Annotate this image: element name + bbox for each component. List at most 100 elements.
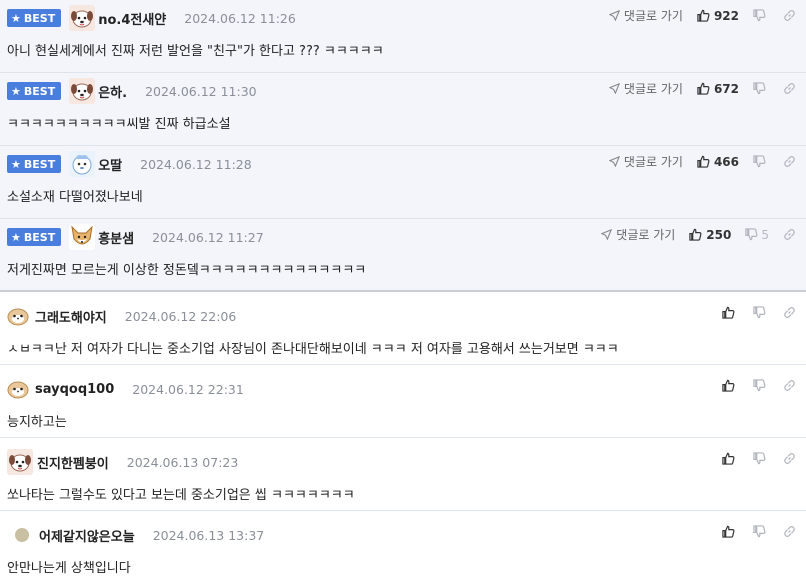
star-icon: ★ [11,84,21,98]
comment-date: 2024.06.12 11:28 [140,156,252,172]
thumbs-up-icon [722,306,735,319]
dislike-button[interactable]: 5 [745,228,769,242]
comment-date: 2024.06.12 11:27 [152,229,264,245]
comment-date: 2024.06.12 22:06 [124,308,237,324]
comment-actions [722,306,796,319]
best-badge: ★ BEST [7,155,62,173]
link-icon [784,229,795,240]
reply-link[interactable]: 댓글로 가기 [608,80,683,97]
dislike-button[interactable] [753,82,769,95]
like-button[interactable]: 922 [697,9,739,23]
thumbs-down-icon [753,155,766,168]
nickname[interactable]: 흥분샘 [98,228,134,247]
comment-date: 2024.06.13 13:37 [152,527,265,543]
dog-icon[interactable] [7,449,33,475]
dog-icon[interactable] [69,78,96,104]
dislike-button[interactable] [753,379,769,392]
nickname[interactable]: sayqoq100 [35,382,114,397]
comment-header: ★ BEST 은하. 2024.06.12 11:30 [7,73,257,109]
comment-date: 2024.06.13 07:23 [126,454,239,470]
comment-actions [722,452,796,465]
share-link-button[interactable] [783,9,796,22]
comment-actions: 댓글로 가기 250 5 [601,226,796,243]
dislike-button[interactable] [753,306,769,319]
nickname[interactable]: 어제같지않은오늘 [39,526,135,545]
dislike-button[interactable] [753,452,769,465]
share-link-button[interactable] [783,228,796,241]
fox-icon[interactable] [69,224,96,250]
comment-text: 저게진짜면 모르는게 이상한 정돈뎈ㅋㅋㅋㅋㅋㅋㅋㅋㅋㅋㅋㅋㅋㅋ [7,263,367,278]
hamster-icon[interactable] [7,305,29,327]
best-badge: ★ BEST [7,9,62,27]
thumbs-up-icon [722,452,735,465]
thumbs-up-icon [697,9,710,22]
like-button[interactable]: 466 [697,155,739,169]
dislike-button[interactable] [753,525,769,538]
comment-header: ★ BEST no.4전새얀 2024.06.12 11:26 [7,0,296,36]
reply-link[interactable]: 댓글로 가기 [608,153,683,170]
circle-icon[interactable] [11,524,33,546]
like-button[interactable] [722,306,739,319]
like-button[interactable] [722,525,739,538]
comment-text: 능지하고는 [7,415,67,430]
best-comment: ★ BEST 은하. 2024.06.12 11:30 댓글로 가기 672 ㅋㅋ… [0,73,806,146]
link-icon [784,453,795,464]
comment-text: 쏘나타는 그럴수도 있다고 보는데 중소기업은 씹 ㅋㅋㅋㅋㅋㅋㅋ [7,488,355,503]
nickname[interactable]: 은하. [98,82,127,101]
reply-link[interactable]: 댓글로 가기 [608,7,683,24]
share-link-button[interactable] [783,306,796,319]
thumbs-down-icon [753,452,766,465]
link-icon [784,526,795,537]
thumbs-up-icon [697,82,710,95]
link-icon [784,156,795,167]
comment-header: ★ BEST 오딸 2024.06.12 11:28 [7,146,252,182]
like-button[interactable]: 250 [689,228,731,242]
comment-header: 그래도해야지 2024.06.12 22:06 [7,298,236,334]
best-comment: ★ BEST 오딸 2024.06.12 11:28 댓글로 가기 466 소설소… [0,146,806,219]
star-icon: ★ [11,11,21,25]
share-link-button[interactable] [783,525,796,538]
share-link-button[interactable] [783,379,796,392]
dog-icon[interactable] [69,5,96,31]
send-icon [608,156,620,167]
best-badge: ★ BEST [7,228,62,246]
comment-header: 진지한펨붕이 2024.06.13 07:23 [7,444,238,480]
thumbs-up-icon [722,379,735,392]
thumbs-up-icon [722,525,735,538]
comment-date: 2024.06.12 11:30 [145,83,257,99]
star-icon: ★ [11,157,21,171]
comment-list: ★ BEST no.4전새얀 2024.06.12 11:26 댓글로 가기 92… [0,0,806,580]
nickname[interactable]: no.4전새얀 [98,9,166,28]
comment-date: 2024.06.12 22:31 [132,381,244,397]
comment-actions [722,379,796,392]
thumbs-down-icon [753,9,766,22]
comment: 어제같지않은오늘 2024.06.13 13:37 안만나는게 상책입니다 [0,511,806,580]
comment-text: ㅅㅂㅋㅋ난 저 여자가 다니는 중소기업 사장님이 존나대단해보이네 ㅋㅋㅋ 저… [7,342,619,357]
thumbs-down-icon [753,525,766,538]
share-link-button[interactable] [783,82,796,95]
nickname[interactable]: 그래도해야지 [35,307,107,326]
blue-creature-icon[interactable] [69,151,96,177]
dislike-button[interactable] [753,155,769,168]
share-link-button[interactable] [783,452,796,465]
reply-link[interactable]: 댓글로 가기 [601,226,675,243]
comment-text: 안만나는게 상책입니다 [7,561,131,576]
thumbs-down-icon [753,379,766,392]
dislike-button[interactable] [753,9,769,22]
comment-actions: 댓글로 가기 466 [608,153,796,170]
link-icon [784,307,795,318]
comment: 진지한펨붕이 2024.06.13 07:23 쏘나타는 그럴수도 있다고 보는… [0,438,806,511]
share-link-button[interactable] [783,155,796,168]
comment-header: ★ BEST 흥분샘 2024.06.12 11:27 [7,219,264,255]
nickname[interactable]: 오딸 [98,155,122,174]
comment-header: sayqoq100 2024.06.12 22:31 [7,371,244,407]
hamster-icon[interactable] [7,378,29,400]
like-button[interactable] [722,452,739,465]
nickname[interactable]: 진지한펨붕이 [37,453,109,472]
like-button[interactable] [722,379,739,392]
comment-date: 2024.06.12 11:26 [184,10,296,26]
thumbs-down-icon [753,306,766,319]
comment-header: 어제같지않은오늘 2024.06.13 13:37 [7,517,264,553]
like-button[interactable]: 672 [697,82,739,96]
comment: sayqoq100 2024.06.12 22:31 능지하고는 [0,365,806,438]
